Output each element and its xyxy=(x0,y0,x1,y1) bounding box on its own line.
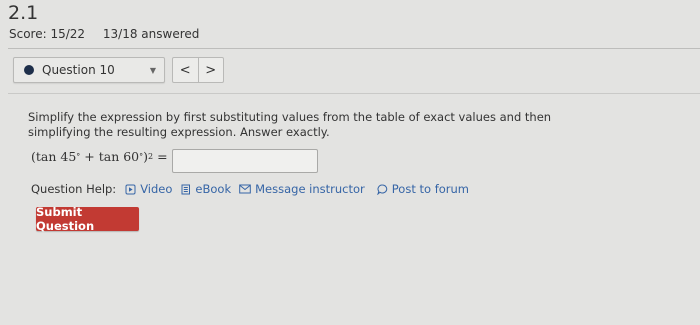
next-question-button[interactable]: > xyxy=(197,58,224,82)
question-select[interactable]: Question 10 ▼ xyxy=(13,57,165,83)
message-instructor-link[interactable]: Message instructor xyxy=(239,182,365,196)
book-icon xyxy=(181,184,191,194)
chevron-right-icon: > xyxy=(205,62,217,78)
ebook-link-label: eBook xyxy=(195,182,232,196)
question-help-label: Question Help: xyxy=(31,182,117,196)
message-instructor-label: Message instructor xyxy=(255,182,365,196)
expr-open: (tan 45 xyxy=(31,149,77,164)
answer-input[interactable] xyxy=(172,149,318,173)
question-card-divider xyxy=(8,93,700,94)
video-link[interactable]: Video xyxy=(125,182,172,196)
envelope-icon xyxy=(239,184,251,194)
expr-plus: + tan 60 xyxy=(80,149,140,164)
question-nav-group: < > xyxy=(172,57,224,83)
answered-count: 13/18 answered xyxy=(102,27,200,41)
post-to-forum-label: Post to forum xyxy=(391,182,470,196)
math-expression: (tan 45 ° + tan 60 ° ) 2 = xyxy=(31,149,168,164)
previous-question-button[interactable]: < xyxy=(173,58,198,82)
question-prompt: Simplify the expression by first substit… xyxy=(28,110,552,139)
header-divider xyxy=(8,48,700,49)
chevron-down-icon: ▼ xyxy=(149,65,156,75)
equals-sign: = xyxy=(153,149,168,164)
video-link-label: Video xyxy=(140,182,173,196)
score-line: Score: 15/22 13/18 answered xyxy=(9,27,199,41)
submit-question-button[interactable]: Submit Question xyxy=(36,205,139,233)
question-select-label: Question 10 xyxy=(42,63,115,77)
question-status-dot xyxy=(24,65,34,75)
post-to-forum-link[interactable]: Post to forum xyxy=(376,182,470,196)
chevron-left-icon: < xyxy=(179,62,191,78)
ebook-link[interactable]: eBook xyxy=(180,182,231,196)
speech-bubble-icon xyxy=(376,184,387,195)
score-label: Score: 15/22 xyxy=(9,27,86,41)
section-title: 2.1 xyxy=(8,2,39,24)
question-help: Question Help: Video eBook Message instr… xyxy=(31,182,477,196)
video-icon xyxy=(125,184,136,194)
